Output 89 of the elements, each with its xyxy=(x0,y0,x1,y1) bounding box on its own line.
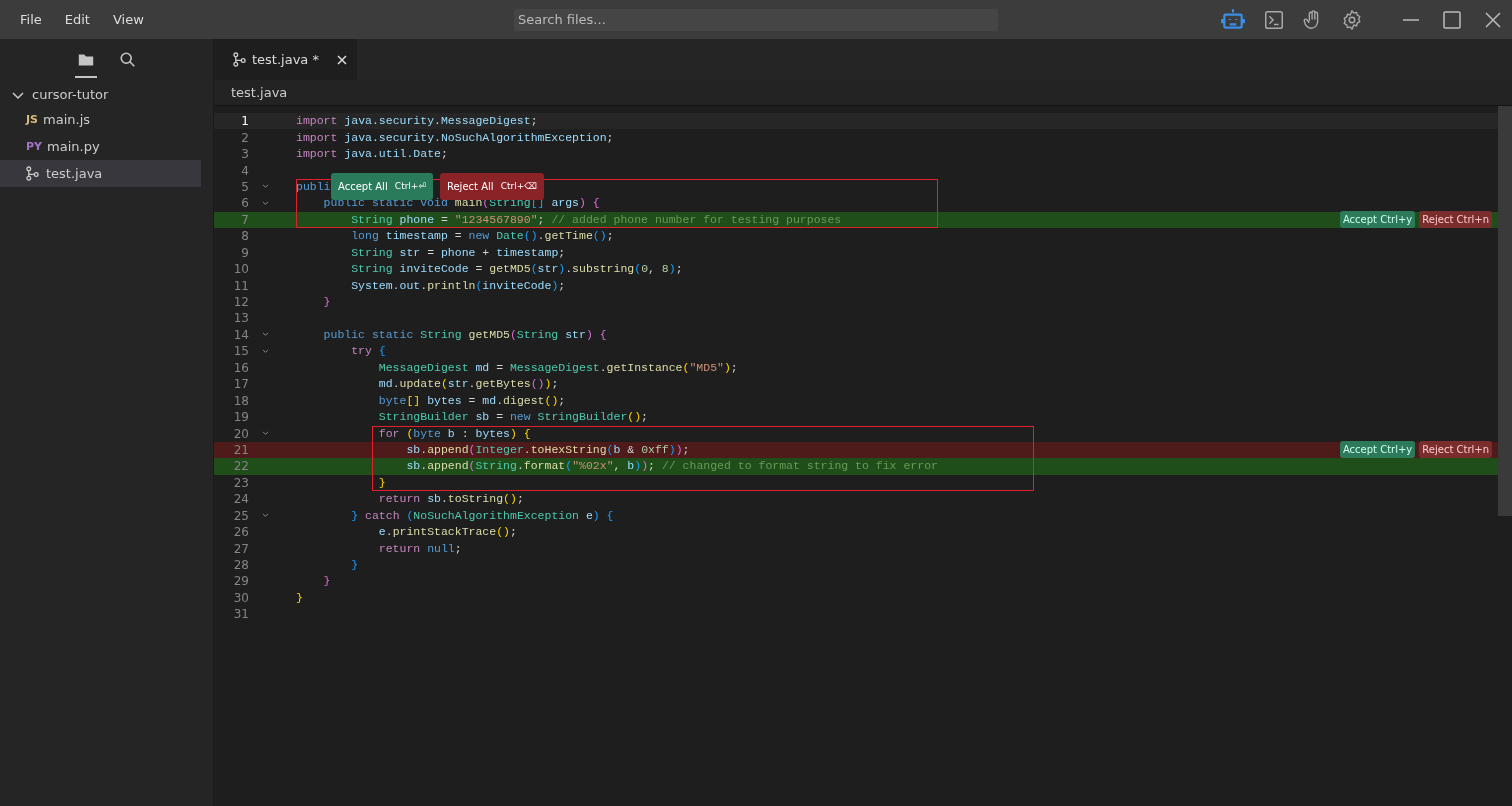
settings-icon[interactable] xyxy=(1341,8,1363,31)
tree-node[interactable]: test.java xyxy=(0,160,201,187)
reject-button[interactable]: Reject Ctrl+n xyxy=(1419,440,1492,458)
code-line: } xyxy=(322,573,331,590)
line-number: 28 xyxy=(232,558,249,573)
fold-chevron-icon[interactable] xyxy=(262,332,269,338)
reject-button[interactable]: Reject Ctrl+n xyxy=(1419,210,1492,228)
code-line: long timestamp = new Date().getTime(); xyxy=(350,228,614,245)
code-line: import java.security.NoSuchAlgorithmException; xyxy=(296,129,614,146)
line-number: 7 xyxy=(240,212,249,227)
line-number: 16 xyxy=(232,360,249,375)
search-icon xyxy=(118,51,137,69)
code-line: } xyxy=(296,589,303,606)
line-number: 23 xyxy=(232,475,249,490)
tree-node[interactable]: JS main.js xyxy=(0,106,201,133)
code-line: sb.append(Integer.toHexString(b & 0xff)); xyxy=(405,441,690,458)
line-number: 22 xyxy=(232,459,249,474)
fold-chevron-icon[interactable] xyxy=(262,348,269,354)
line-number: 3 xyxy=(240,147,249,162)
line-number: 20 xyxy=(232,426,249,441)
code-line: try { xyxy=(350,343,386,360)
maximize-icon[interactable] xyxy=(1442,9,1462,30)
close-icon[interactable] xyxy=(336,54,347,65)
code-line: String str = phone + timestamp; xyxy=(350,244,566,261)
search-field[interactable]: Search files... xyxy=(514,8,998,31)
code-line: } xyxy=(350,557,359,574)
line-number: 5 xyxy=(240,179,249,194)
line-number: 9 xyxy=(240,245,249,260)
line-number: 8 xyxy=(240,229,249,244)
code-line: return sb.toString(); xyxy=(377,491,524,508)
code-line: StringBuilder sb = new StringBuilder(); xyxy=(377,409,648,426)
branch-icon xyxy=(26,166,39,181)
scrollbar[interactable] xyxy=(1498,106,1512,516)
line-number: 12 xyxy=(232,295,249,310)
fold-chevron-icon[interactable] xyxy=(262,431,269,437)
line-number: 31 xyxy=(232,607,249,622)
tree-node[interactable]: PY main.py xyxy=(0,133,201,160)
fold-chevron-icon[interactable] xyxy=(262,184,269,190)
line-number: 25 xyxy=(232,508,249,523)
line-number: 13 xyxy=(232,311,249,326)
code-line: System.out.println(inviteCode); xyxy=(350,277,566,294)
line-number: 2 xyxy=(240,130,249,145)
code-line: MessageDigest md = MessageDigest.getInstance("MD5"); xyxy=(377,359,738,376)
menu-item[interactable]: File xyxy=(20,12,42,27)
line-number: 24 xyxy=(232,492,249,507)
terminal-icon[interactable] xyxy=(1263,8,1285,31)
line-number: 14 xyxy=(232,327,249,342)
breadcrumb[interactable]: test.java xyxy=(231,85,288,100)
line-number: 6 xyxy=(240,196,249,211)
editor-tab[interactable]: test.java * xyxy=(214,39,357,80)
menu-item[interactable]: Edit xyxy=(64,12,90,27)
close-icon[interactable] xyxy=(1483,9,1503,30)
line-number: 1 xyxy=(240,114,249,129)
line-number: 26 xyxy=(232,525,249,540)
code-line: } xyxy=(377,474,386,491)
code-line: String inviteCode = getMD5(str).substring(0, 8); xyxy=(350,261,683,278)
line-number: 19 xyxy=(232,410,249,425)
line-number: 29 xyxy=(232,574,249,589)
line-number: 17 xyxy=(232,377,249,392)
line-number: 11 xyxy=(232,278,249,293)
reject-all-button[interactable]: Reject All Ctrl+⌫ xyxy=(439,172,544,200)
fold-chevron-icon[interactable] xyxy=(262,200,269,206)
code-line: return null; xyxy=(377,540,462,557)
code-line: for (byte b : bytes) { xyxy=(377,425,531,442)
branch-icon xyxy=(233,52,246,67)
code-line: public static String getMD5(String str) { xyxy=(322,326,607,343)
code-line: md.update(str.getBytes()); xyxy=(377,376,559,393)
line-number: 4 xyxy=(240,163,249,178)
accept-button[interactable]: Accept Ctrl+y xyxy=(1339,210,1416,228)
menu-item[interactable]: View xyxy=(112,12,144,27)
code-line: } catch (NoSuchAlgorithmException e) { xyxy=(350,507,614,524)
accept-all-button[interactable]: Accept All Ctrl+⏎ xyxy=(331,172,433,200)
line-number: 21 xyxy=(232,442,249,457)
code-line: } xyxy=(322,294,331,311)
code-line: byte[] bytes = md.digest(); xyxy=(377,392,566,409)
fold-chevron-icon[interactable] xyxy=(262,513,269,519)
code-line: String phone = "1234567890"; // added phone number for testing purposes xyxy=(350,211,842,228)
code-line: import java.util.Date; xyxy=(296,146,448,163)
code-line: import java.security.MessageDigest; xyxy=(296,113,538,130)
folder-item[interactable]: cursor-tutor xyxy=(0,77,213,106)
line-number: 10 xyxy=(232,262,249,277)
code-line: sb.append(String.format("%02x", b)); // changed to format string to fix error xyxy=(405,458,938,475)
line-number: 15 xyxy=(232,344,249,359)
line-number: 27 xyxy=(232,541,249,556)
code-line: publi xyxy=(296,178,331,195)
line-number: 30 xyxy=(232,590,249,605)
line-number: 18 xyxy=(232,393,249,408)
code-line: e.printStackTrace(); xyxy=(377,524,517,541)
accept-button[interactable]: Accept Ctrl+y xyxy=(1339,440,1416,458)
